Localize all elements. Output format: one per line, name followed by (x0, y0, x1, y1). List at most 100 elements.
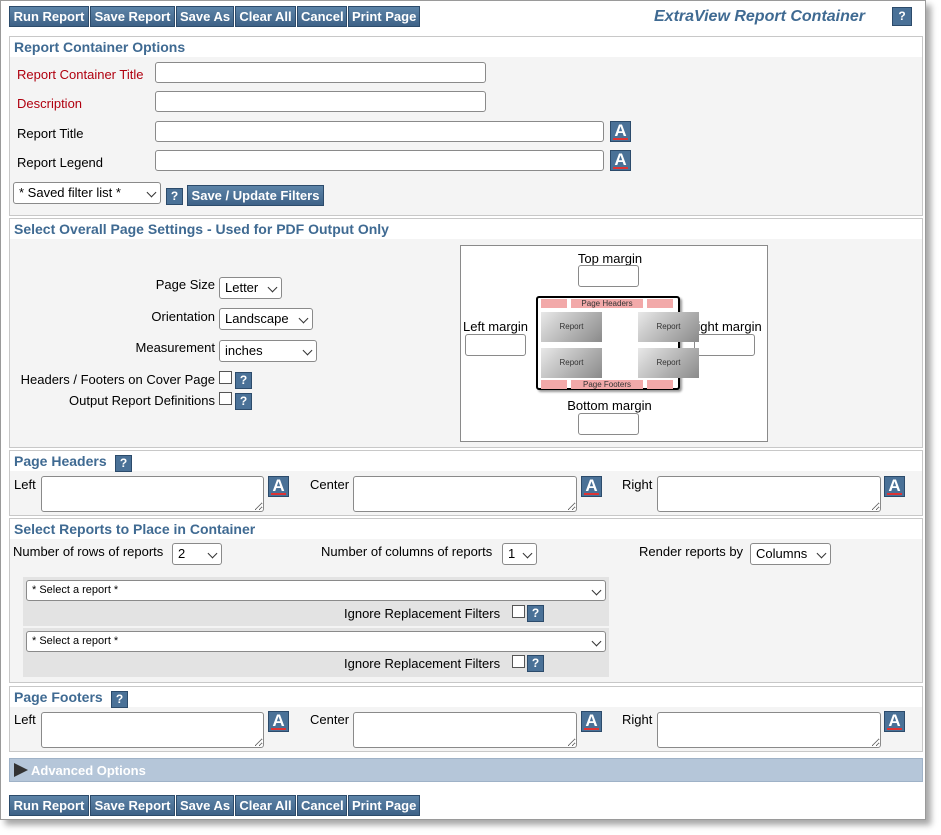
right-margin-label: Right margin (688, 319, 762, 334)
preview-report: Report (638, 312, 699, 342)
run-report-button[interactable]: Run Report (9, 795, 89, 816)
ignore-filters-checkbox[interactable] (512, 655, 525, 668)
page-size-select[interactable]: Letter (219, 277, 282, 299)
advanced-options-label: Advanced Options (31, 763, 146, 778)
preview-header-bar (647, 299, 673, 308)
report-legend-input[interactable] (155, 150, 604, 171)
save-update-filters-button[interactable]: Save / Update Filters (187, 185, 324, 206)
help-icon[interactable]: ? (235, 372, 252, 389)
output-definitions-label: Output Report Definitions (69, 393, 215, 408)
clear-all-button[interactable]: Clear All (235, 6, 296, 27)
clear-all-button[interactable]: Clear All (235, 795, 296, 816)
headers-footers-cover-label: Headers / Footers on Cover Page (20, 372, 215, 387)
font-style-icon[interactable]: A (268, 476, 289, 497)
report-title-label: Report Title (17, 126, 84, 141)
header-left-textarea[interactable] (41, 476, 264, 512)
orientation-label: Orientation (151, 309, 215, 324)
print-page-button[interactable]: Print Page (348, 6, 420, 27)
section-header-bg (10, 451, 922, 471)
left-margin-input[interactable] (465, 334, 526, 356)
page-title: ExtraView Report Container (654, 8, 866, 25)
report-title-input[interactable] (155, 121, 604, 142)
container-title-input[interactable] (155, 62, 486, 83)
top-margin-label: Top margin (577, 251, 643, 266)
report-select-value: * Select a report * (32, 584, 119, 596)
bottom-margin-input[interactable] (578, 413, 639, 435)
font-style-icon[interactable]: A (610, 150, 631, 171)
top-margin-input[interactable] (578, 265, 639, 287)
footer-center-label: Center (310, 712, 350, 727)
save-as-button[interactable]: Save As (176, 795, 234, 816)
help-icon[interactable]: ? (527, 605, 544, 622)
header-center-textarea[interactable] (353, 476, 577, 512)
measurement-value: inches (225, 343, 263, 358)
header-left-label: Left (14, 477, 36, 492)
ignore-filters-checkbox[interactable] (512, 605, 525, 618)
header-right-textarea[interactable] (657, 476, 881, 512)
rows-select[interactable]: 2 (172, 543, 222, 565)
chevron-down-icon (522, 548, 533, 559)
chevron-down-icon (298, 313, 309, 324)
help-icon[interactable]: ? (527, 655, 544, 672)
advanced-options-toggle[interactable]: Advanced Options (9, 758, 923, 782)
cancel-button[interactable]: Cancel (297, 6, 347, 27)
description-input[interactable] (155, 91, 486, 112)
render-label: Render reports by (639, 544, 744, 559)
report-select[interactable]: * Select a report * (26, 580, 606, 601)
report-container-options-section: Report Container Options Report Containe… (9, 36, 923, 216)
font-style-icon[interactable]: A (268, 711, 289, 732)
headers-footers-cover-checkbox[interactable] (219, 371, 232, 384)
page-size-label: Page Size (155, 277, 215, 292)
right-margin-input[interactable] (694, 334, 755, 356)
preview-headers-label: Page Headers (581, 299, 633, 308)
cancel-button[interactable]: Cancel (297, 795, 347, 816)
preview-report: Report (638, 348, 699, 378)
footer-right-textarea[interactable] (657, 712, 881, 748)
run-report-button[interactable]: Run Report (9, 6, 89, 27)
bottom-margin-label: Bottom margin (567, 398, 652, 413)
page-footers-section: Page Footers ? Left A Center A Right A (9, 686, 923, 752)
save-as-button[interactable]: Save As (176, 6, 234, 27)
page-headers-section: Page Headers ? Left A Center A Right A (9, 450, 923, 516)
print-page-button[interactable]: Print Page (348, 795, 420, 816)
page-size-value: Letter (225, 280, 259, 295)
help-icon[interactable]: ? (166, 188, 183, 205)
output-definitions-checkbox[interactable] (219, 392, 232, 405)
footer-center-textarea[interactable] (353, 712, 577, 748)
section-header-bg (10, 687, 922, 707)
left-margin-label: Left margin (463, 319, 529, 334)
save-report-button[interactable]: Save Report (90, 795, 175, 816)
saved-filter-select[interactable]: * Saved filter list * (13, 182, 161, 204)
font-style-icon[interactable]: A (581, 476, 602, 497)
footer-left-textarea[interactable] (41, 712, 264, 748)
font-style-icon[interactable]: A (884, 711, 905, 732)
preview-footer-bar (541, 380, 567, 389)
ignore-filters-label: Ignore Replacement Filters (344, 656, 501, 671)
measurement-label: Measurement (135, 340, 215, 355)
report-select-value: * Select a report * (32, 635, 119, 647)
section-title: Select Overall Page Settings - Used for … (14, 221, 389, 237)
page-settings-section: Select Overall Page Settings - Used for … (9, 218, 923, 448)
help-icon[interactable]: ? (115, 455, 132, 472)
orientation-value: Landscape (225, 311, 289, 326)
font-style-icon[interactable]: A (884, 476, 905, 497)
chevron-down-icon (302, 345, 313, 356)
columns-select[interactable]: 1 (502, 543, 537, 565)
container-title-label: Report Container Title (17, 67, 144, 82)
help-icon[interactable]: ? (892, 7, 912, 26)
report-select[interactable]: * Select a report * (26, 631, 606, 652)
help-icon[interactable]: ? (235, 393, 252, 410)
render-select[interactable]: Columns (750, 543, 831, 565)
font-style-icon[interactable]: A (581, 711, 602, 732)
measurement-select[interactable]: inches (219, 340, 317, 362)
help-icon[interactable]: ? (111, 691, 128, 708)
description-label: Description (17, 96, 83, 111)
save-report-button[interactable]: Save Report (90, 6, 175, 27)
font-style-icon[interactable]: A (610, 121, 631, 142)
saved-filter-value: * Saved filter list * (19, 185, 121, 200)
orientation-select[interactable]: Landscape (219, 308, 313, 330)
chevron-down-icon (591, 636, 602, 647)
columns-value: 1 (508, 546, 516, 561)
header-center-label: Center (310, 477, 350, 492)
columns-label: Number of columns of reports (321, 544, 493, 559)
